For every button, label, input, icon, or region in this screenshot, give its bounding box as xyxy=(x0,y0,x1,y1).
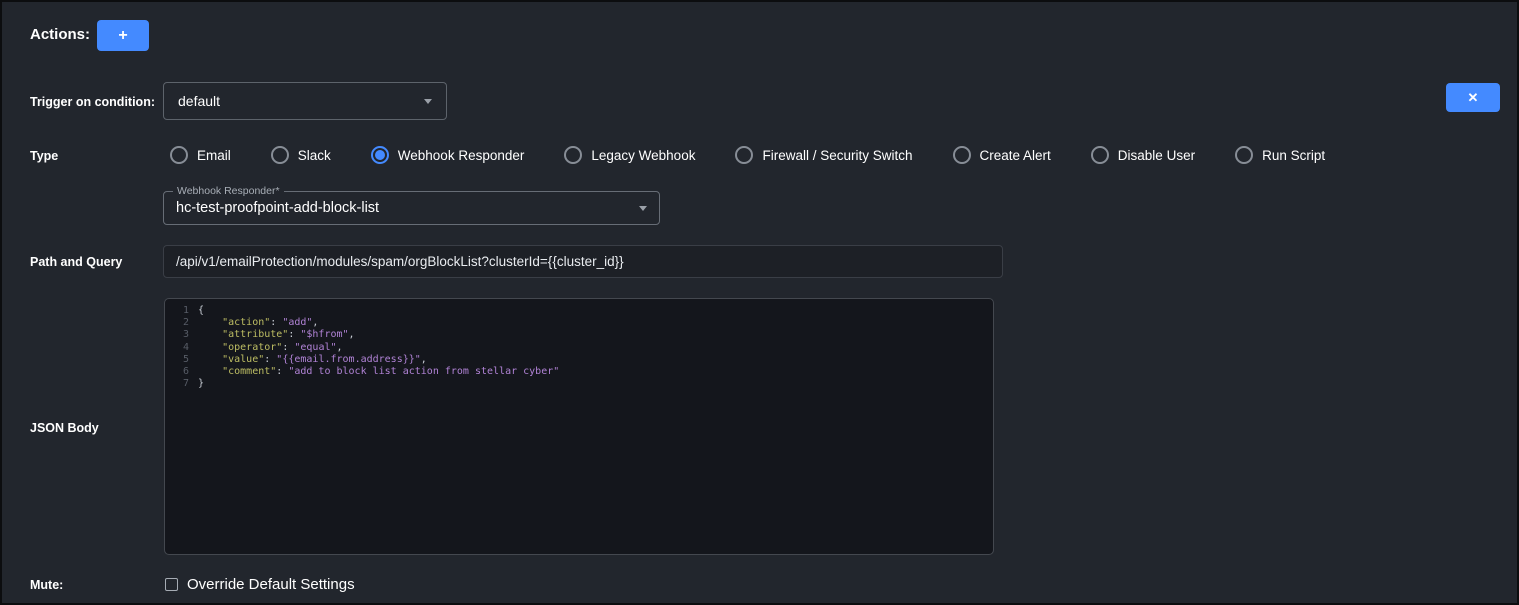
plus-icon: + xyxy=(118,27,127,45)
line-number: 5 xyxy=(173,354,189,366)
code-line: 2 "action": "add", xyxy=(173,317,985,329)
code-line: 5 "value": "{{email.from.address}}", xyxy=(173,354,985,366)
action-config-panel: Actions: + ✕ Trigger on condition: defau… xyxy=(0,0,1519,605)
override-default-settings-checkbox[interactable] xyxy=(165,578,178,591)
add-action-button[interactable]: + xyxy=(97,20,149,51)
line-number: 4 xyxy=(173,342,189,354)
type-option-label: Email xyxy=(197,148,231,163)
override-default-settings-label: Override Default Settings xyxy=(187,576,355,593)
type-option-run-script[interactable]: Run Script xyxy=(1235,146,1325,164)
chevron-down-icon xyxy=(424,99,432,104)
code-line: 6 "comment": "add to block list action f… xyxy=(173,366,985,378)
type-option-label: Create Alert xyxy=(980,148,1051,163)
radio-icon[interactable] xyxy=(170,146,188,164)
trigger-condition-label: Trigger on condition: xyxy=(30,95,155,109)
mute-label: Mute: xyxy=(30,578,63,592)
type-option-label: Run Script xyxy=(1262,148,1325,163)
webhook-responder-value: hc-test-proofpoint-add-block-list xyxy=(176,200,631,216)
close-icon: ✕ xyxy=(1468,90,1479,106)
type-label: Type xyxy=(30,149,58,163)
radio-icon[interactable] xyxy=(953,146,971,164)
override-default-settings-option[interactable]: Override Default Settings xyxy=(165,576,355,593)
type-option-firewall-security-switch[interactable]: Firewall / Security Switch xyxy=(735,146,912,164)
code-line: 7} xyxy=(173,378,985,390)
webhook-responder-select[interactable]: Webhook Responder* hc-test-proofpoint-ad… xyxy=(163,191,660,225)
line-number: 3 xyxy=(173,329,189,341)
code-line: 1{ xyxy=(173,305,985,317)
radio-icon[interactable] xyxy=(564,146,582,164)
line-number: 1 xyxy=(173,305,189,317)
path-and-query-label: Path and Query xyxy=(30,255,122,269)
json-body-editor[interactable]: 1{2 "action": "add",3 "attribute": "$hfr… xyxy=(164,298,994,555)
line-number: 7 xyxy=(173,378,189,390)
line-number: 6 xyxy=(173,366,189,378)
type-option-disable-user[interactable]: Disable User xyxy=(1091,146,1195,164)
type-option-label: Disable User xyxy=(1118,148,1195,163)
type-option-slack[interactable]: Slack xyxy=(271,146,331,164)
actions-title: Actions: xyxy=(30,26,90,43)
radio-icon[interactable] xyxy=(1235,146,1253,164)
radio-icon[interactable] xyxy=(271,146,289,164)
code-line: 4 "operator": "equal", xyxy=(173,342,985,354)
type-option-label: Firewall / Security Switch xyxy=(762,148,912,163)
radio-selected-icon[interactable] xyxy=(371,146,389,164)
trigger-condition-value: default xyxy=(178,93,416,109)
trigger-condition-select[interactable]: default xyxy=(163,82,447,120)
webhook-responder-label: Webhook Responder* xyxy=(173,185,284,197)
type-option-label: Webhook Responder xyxy=(398,148,525,163)
type-option-legacy-webhook[interactable]: Legacy Webhook xyxy=(564,146,695,164)
remove-action-button[interactable]: ✕ xyxy=(1446,83,1500,112)
code-line: 3 "attribute": "$hfrom", xyxy=(173,329,985,341)
type-option-create-alert[interactable]: Create Alert xyxy=(953,146,1051,164)
json-body-label: JSON Body xyxy=(30,421,99,435)
chevron-down-icon xyxy=(639,206,647,211)
path-and-query-input[interactable] xyxy=(163,245,1003,278)
radio-icon[interactable] xyxy=(735,146,753,164)
radio-icon[interactable] xyxy=(1091,146,1109,164)
line-number: 2 xyxy=(173,317,189,329)
type-option-label: Slack xyxy=(298,148,331,163)
type-option-email[interactable]: Email xyxy=(170,146,231,164)
type-option-webhook-responder[interactable]: Webhook Responder xyxy=(371,146,525,164)
type-radio-group: Email Slack Webhook Responder Legacy Webhoo… xyxy=(170,146,1325,164)
type-option-label: Legacy Webhook xyxy=(591,148,695,163)
